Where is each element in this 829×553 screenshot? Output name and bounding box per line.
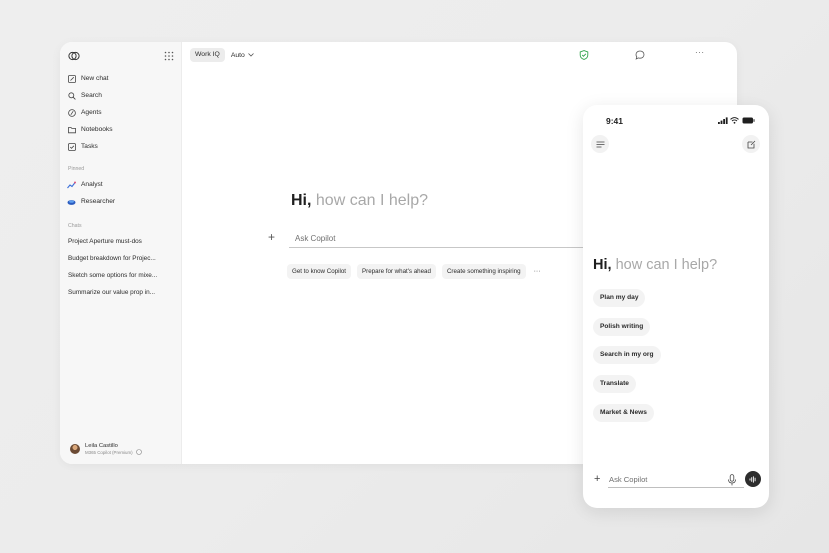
analyst-icon: [67, 180, 76, 189]
model-selector[interactable]: Auto: [231, 52, 254, 59]
phone-greeting: Hi, how can I help?: [593, 257, 717, 273]
phone-ask-input[interactable]: Ask Copilot: [608, 472, 744, 488]
pinned-list: Analyst Researcher: [67, 176, 177, 210]
sidebar-header: [68, 50, 176, 64]
phone-greeting-sub: how can I help?: [615, 257, 718, 273]
chat-item[interactable]: Sketch some options for mixe...: [68, 267, 176, 284]
sidebar-nav: New chat Search Agents Notebooks Tasks: [67, 70, 177, 155]
suggestion-chip[interactable]: Get to know Copilot: [287, 264, 351, 279]
search-icon: [67, 91, 76, 100]
microphone-icon[interactable]: [727, 474, 737, 486]
suggestion-chips: Get to know Copilot Prepare for what's a…: [287, 264, 541, 279]
phone-chip[interactable]: Plan my day: [593, 289, 646, 307]
ask-copilot-input[interactable]: Ask Copilot: [289, 230, 589, 248]
phone-chip[interactable]: Polish writing: [593, 317, 651, 336]
chat-bubble-icon[interactable]: [635, 50, 645, 60]
phone-greeting-hi: Hi,: [593, 257, 612, 273]
researcher-icon: [67, 197, 76, 206]
status-icons: [718, 117, 755, 124]
phone-chip[interactable]: Market & News: [593, 403, 654, 422]
chat-list: Project Aperture must-dos Budget breakdo…: [68, 233, 176, 301]
chat-item[interactable]: Budget breakdown for Projec...: [68, 250, 176, 267]
sidebar-item-label: Agents: [81, 109, 102, 116]
waveform-icon: [749, 475, 756, 483]
sidebar-item-label: Notebooks: [81, 126, 113, 133]
voice-mode-button[interactable]: [745, 471, 761, 487]
user-plan: M365 Copilot (Premium): [85, 449, 142, 455]
greeting-hi: Hi,: [291, 192, 312, 209]
user-info: Leila Castillo M365 Copilot (Premium): [85, 443, 142, 455]
chat-item[interactable]: Project Aperture must-dos: [68, 233, 176, 250]
sidebar-item-notebooks[interactable]: Notebooks: [67, 121, 177, 138]
new-chat-button[interactable]: [742, 135, 760, 153]
sidebar-item-label: Tasks: [81, 143, 98, 150]
sidebar-item-researcher[interactable]: Researcher: [67, 193, 177, 210]
apps-grid-icon[interactable]: [164, 51, 174, 61]
shield-icon[interactable]: [579, 50, 589, 60]
agents-icon: [67, 108, 76, 117]
new-chat-icon: [747, 140, 755, 148]
topbar: Work IQ Auto: [190, 48, 254, 62]
phone-mockup: 9:41 Hi, how can I help? Plan my day Pol…: [583, 105, 769, 508]
chevron-down-icon: [248, 53, 254, 57]
phone-suggestion-chips: Plan my day Polish writing Search in my …: [593, 286, 661, 429]
phone-add-button[interactable]: +: [594, 474, 600, 485]
sidebar-item-search[interactable]: Search: [67, 87, 177, 104]
model-selector-label: Auto: [230, 51, 245, 59]
sidebar-item-label: Search: [81, 92, 102, 99]
suggestion-chip[interactable]: Create something inspiring: [441, 264, 526, 279]
sidebar-item-agents[interactable]: Agents: [67, 104, 177, 121]
menu-button[interactable]: [591, 135, 609, 153]
copilot-logo-icon[interactable]: [68, 50, 80, 62]
sidebar-item-label: Researcher: [81, 198, 116, 205]
chat-item[interactable]: Summarize our value prop in...: [68, 284, 176, 301]
suggestion-chip[interactable]: Prepare for what's ahead: [357, 264, 436, 279]
info-icon: [135, 449, 142, 455]
greeting: Hi, how can I help?: [291, 192, 428, 210]
phone-chip[interactable]: Search in my org: [593, 346, 661, 365]
sidebar-item-label: New chat: [81, 75, 109, 82]
status-time: 9:41: [606, 116, 624, 126]
pinned-section-label: Pinned: [68, 166, 85, 172]
edit-icon: [67, 74, 76, 83]
greeting-sub: how can I help?: [315, 192, 428, 209]
user-plan-label: M365 Copilot (Premium): [85, 449, 133, 455]
chats-section-label: Chats: [68, 223, 82, 229]
sidebar-item-tasks[interactable]: Tasks: [67, 138, 177, 155]
add-attachment-button[interactable]: +: [268, 231, 275, 243]
folder-icon: [67, 125, 76, 134]
user-profile[interactable]: Leila Castillo M365 Copilot (Premium): [70, 440, 175, 458]
more-options-icon[interactable]: ···: [695, 48, 705, 57]
checkbox-icon: [67, 142, 76, 151]
sidebar-item-analyst[interactable]: Analyst: [67, 176, 177, 193]
avatar: [70, 444, 80, 454]
sidebar: New chat Search Agents Notebooks Tasks P…: [60, 42, 182, 464]
work-iq-chip[interactable]: Work IQ: [190, 48, 225, 62]
signal-icon: [718, 117, 728, 124]
menu-icon: [596, 141, 604, 147]
battery-icon: [742, 117, 755, 124]
sidebar-item-label: Analyst: [81, 181, 103, 188]
phone-chip[interactable]: Translate: [593, 375, 636, 394]
more-suggestions-button[interactable]: ···: [534, 268, 541, 275]
wifi-icon: [730, 117, 739, 124]
sidebar-item-new-chat[interactable]: New chat: [67, 70, 177, 87]
